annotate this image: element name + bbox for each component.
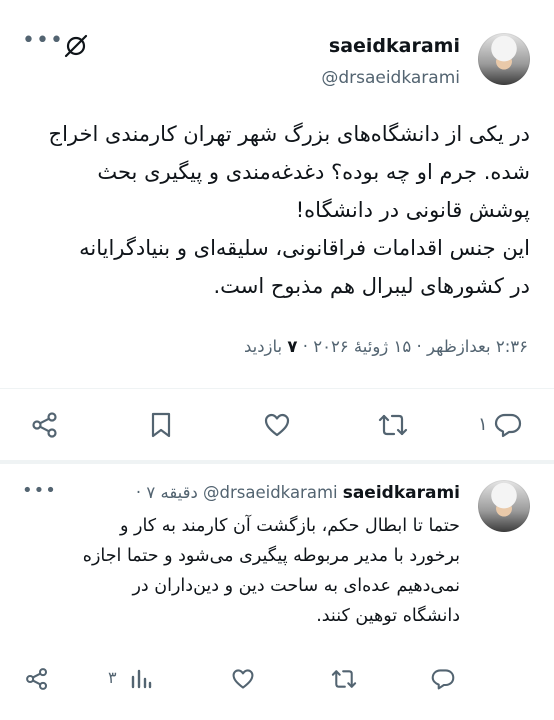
reply-line: برخورد با مدیر مربوطه پیگیری می‌شود و حت…: [82, 546, 460, 566]
reply-header: · ۷ دقیقه @drsaeidkarami saeidkarami: [136, 483, 460, 503]
reply-icon[interactable]: [493, 411, 523, 439]
reply-handle[interactable]: @drsaeidkarami: [203, 483, 338, 502]
divider: [0, 388, 554, 389]
reply-display-name[interactable]: saeidkarami: [343, 483, 460, 503]
reply-line: نمی‌دهیم عده‌ای به ساحت دین و دین‌داران …: [132, 576, 460, 596]
tweet-line: این جنس اقدامات فراقانونی، سلیقه‌ای و بن…: [79, 236, 530, 260]
tweet-timestamp[interactable]: ۲:۳۶ بعدازظهر · ۱۵ ژوئیهٔ ۲۰۲۶ ·: [303, 337, 528, 356]
bookmark-icon[interactable]: [148, 411, 174, 439]
more-icon[interactable]: •••: [22, 480, 57, 501]
section-divider: [0, 460, 554, 464]
reply-count: ۱: [478, 414, 488, 435]
views-count: ۷: [287, 337, 298, 356]
reply-icon[interactable]: [430, 667, 456, 691]
views-icon[interactable]: [130, 667, 152, 691]
reply-views-count: ۳: [108, 668, 117, 687]
reply-avatar[interactable]: [478, 480, 530, 532]
tweet-line: پوشش قانونی در دانشگاه!: [295, 198, 530, 222]
tweet-meta: ۲:۳۶ بعدازظهر · ۱۵ ژوئیهٔ ۲۰۲۶ · ۷ بازدی…: [244, 337, 528, 356]
retweet-icon[interactable]: [330, 667, 358, 691]
tweet-line: در کشورهای لیبرال هم مذبوح است.: [213, 274, 530, 298]
tweet-line: شده. جرم او چه بوده؟ دغدغه‌مندی و پیگیری…: [97, 160, 530, 184]
retweet-icon[interactable]: [377, 411, 409, 439]
grok-icon[interactable]: [63, 33, 89, 59]
reply-line: دانشگاه توهین کنند.: [316, 606, 460, 626]
tweet-text: در یکی از دانشگاه‌های بزرگ شهر تهران کار…: [20, 115, 530, 305]
avatar[interactable]: [478, 33, 530, 85]
reply-text: حتما تا ابطال حکم، بازگشت آن کارمند به ک…: [20, 511, 460, 631]
display-name[interactable]: saeidkarami: [329, 35, 460, 57]
user-handle[interactable]: @drsaeidkarami: [321, 68, 460, 88]
share-icon[interactable]: [31, 411, 59, 439]
like-icon[interactable]: [263, 411, 291, 439]
like-icon[interactable]: [231, 667, 255, 691]
reply-time[interactable]: · ۷ دقیقه: [136, 483, 198, 502]
tweet-line: در یکی از دانشگاه‌های بزرگ شهر تهران کار…: [48, 122, 530, 146]
views-label: بازدید: [243, 337, 283, 356]
more-icon[interactable]: •••: [22, 28, 64, 53]
share-icon[interactable]: [25, 667, 49, 691]
reply-line: حتما تا ابطال حکم، بازگشت آن کارمند به ک…: [120, 516, 460, 536]
